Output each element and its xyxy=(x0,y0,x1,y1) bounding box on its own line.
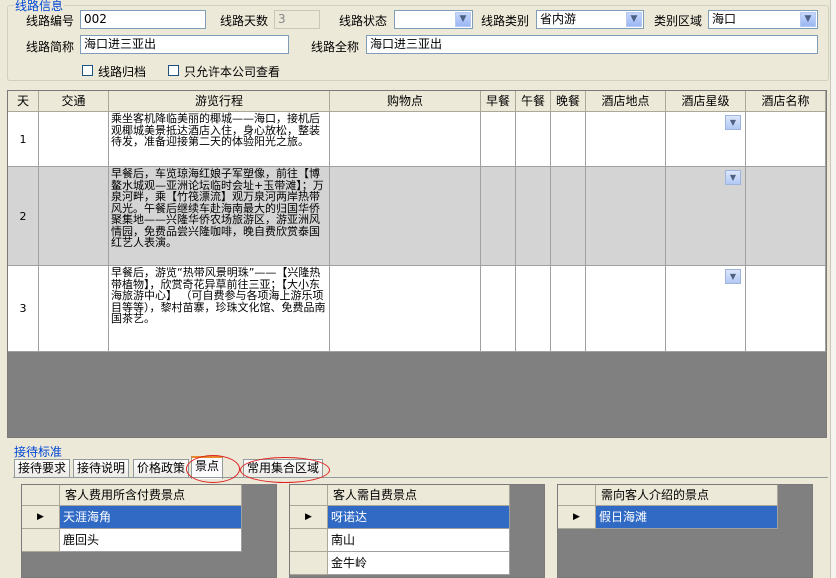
breakfast-cell[interactable] xyxy=(481,167,516,266)
day-cell[interactable]: 2 xyxy=(8,167,39,266)
annotation-oval xyxy=(186,455,240,483)
introduce-spots-header[interactable]: 需向客人介绍的景点 xyxy=(596,485,778,506)
row-header-corner xyxy=(558,485,596,506)
itinerary-cell[interactable]: 早餐后，游览“热带风景明珠”——【兴隆热带植物】，欣赏奇花异草前往三亚；【大小东… xyxy=(109,266,330,352)
chevron-down-icon[interactable]: ▼ xyxy=(725,170,741,185)
status-select[interactable]: ▼ xyxy=(394,10,473,29)
tab-reception-notes[interactable]: 接待说明 xyxy=(73,459,130,477)
route-no-field[interactable]: 002 xyxy=(80,10,206,29)
table-row[interactable]: 1 乘坐客机降临美丽的椰城——海口，接机后观椰城美景抵达酒店入住，身心放松，整装… xyxy=(8,112,826,167)
hotel-star-cell[interactable]: ▼ xyxy=(666,167,746,266)
day-cell[interactable]: 3 xyxy=(8,266,39,352)
category-select[interactable]: 省内游 ▼ xyxy=(536,10,644,29)
row-header[interactable] xyxy=(290,529,328,552)
col-header-breakfast[interactable]: 早餐 xyxy=(481,91,516,112)
company-only-label[interactable]: 只允许本公司查看 xyxy=(184,63,280,80)
hotel-star-cell[interactable]: ▼ xyxy=(666,266,746,352)
full-name-field[interactable]: 海口进三亚出 xyxy=(366,35,818,54)
included-spots-grid[interactable]: 客人费用所含付费景点 ▶ 天涯海角 鹿回头 xyxy=(21,484,277,578)
row-header-corner xyxy=(22,485,60,506)
archive-checkbox[interactable] xyxy=(82,65,93,76)
chevron-down-icon[interactable]: ▼ xyxy=(455,12,471,27)
shopping-cell[interactable] xyxy=(330,167,481,266)
chevron-down-icon[interactable]: ▼ xyxy=(725,269,741,284)
col-header-transport[interactable]: 交通 xyxy=(39,91,109,112)
chevron-down-icon[interactable]: ▼ xyxy=(626,12,642,27)
itinerary-cell[interactable]: 早餐后，车览琼海红娘子军塑像，前往【博鳌水城观—亚洲论坛临时会址+玉带滩】；万泉… xyxy=(109,167,330,266)
route-no-label: 线路编号 xyxy=(26,14,75,28)
col-header-hotel-name[interactable]: 酒店名称 xyxy=(746,91,826,112)
col-header-dinner[interactable]: 晚餐 xyxy=(551,91,586,112)
short-name-label: 线路简称 xyxy=(26,40,75,54)
lunch-cell[interactable] xyxy=(516,167,551,266)
region-select[interactable]: 海口 ▼ xyxy=(708,10,818,29)
list-item[interactable]: 天涯海角 xyxy=(60,506,242,529)
days-field: 3 xyxy=(274,10,320,29)
hotel-name-cell[interactable] xyxy=(746,167,826,266)
row-header-corner xyxy=(290,485,328,506)
tab-price-policy[interactable]: 价格政策 xyxy=(133,459,190,477)
col-header-day[interactable]: 天 xyxy=(8,91,39,112)
row-header[interactable] xyxy=(290,552,328,575)
self-paid-spots-header[interactable]: 客人需自费景点 xyxy=(328,485,510,506)
region-label: 类别区域 xyxy=(654,14,703,28)
lunch-cell[interactable] xyxy=(516,266,551,352)
list-item[interactable]: 南山 xyxy=(328,529,510,552)
breakfast-cell[interactable] xyxy=(481,266,516,352)
hotel-location-cell[interactable] xyxy=(586,167,666,266)
days-label: 线路天数 xyxy=(220,14,269,28)
hotel-name-cell[interactable] xyxy=(746,112,826,167)
lunch-cell[interactable] xyxy=(516,112,551,167)
annotation-oval xyxy=(240,457,330,483)
itinerary-grid[interactable]: 天 交通 游览行程 购物点 早餐 午餐 晚餐 酒店地点 酒店星级 酒店名称 1 … xyxy=(7,90,827,438)
col-header-hotel-star[interactable]: 酒店星级 xyxy=(666,91,746,112)
introduce-spots-grid[interactable]: 需向客人介绍的景点 ▶ 假日海滩 xyxy=(557,484,813,578)
hotel-location-cell[interactable] xyxy=(586,112,666,167)
short-name-field[interactable]: 海口进三亚出 xyxy=(80,35,289,54)
row-pointer-icon[interactable]: ▶ xyxy=(290,506,328,529)
chevron-down-icon[interactable]: ▼ xyxy=(725,115,741,130)
hotel-star-cell[interactable]: ▼ xyxy=(666,112,746,167)
col-header-shopping[interactable]: 购物点 xyxy=(330,91,481,112)
self-paid-spots-grid[interactable]: 客人需自费景点 ▶ 呀诺达 南山 金牛岭 xyxy=(289,484,545,578)
row-header[interactable] xyxy=(22,529,60,552)
list-item[interactable]: 鹿回头 xyxy=(60,529,242,552)
category-label: 线路类别 xyxy=(481,14,530,28)
included-spots-header[interactable]: 客人费用所含付费景点 xyxy=(60,485,242,506)
shopping-cell[interactable] xyxy=(330,266,481,352)
transport-cell[interactable] xyxy=(39,112,109,167)
row-pointer-icon[interactable]: ▶ xyxy=(558,506,596,529)
dinner-cell[interactable] xyxy=(551,167,586,266)
list-item[interactable]: 呀诺达 xyxy=(328,506,510,529)
company-only-checkbox[interactable] xyxy=(168,65,179,76)
shopping-cell[interactable] xyxy=(330,112,481,167)
dinner-cell[interactable] xyxy=(551,266,586,352)
transport-cell[interactable] xyxy=(39,167,109,266)
hotel-location-cell[interactable] xyxy=(586,266,666,352)
full-name-label: 线路全称 xyxy=(311,40,360,54)
table-row[interactable]: 2 早餐后，车览琼海红娘子军塑像，前往【博鳌水城观—亚洲论坛临时会址+玉带滩】；… xyxy=(8,167,826,266)
transport-cell[interactable] xyxy=(39,266,109,352)
list-item[interactable]: 假日海滩 xyxy=(596,506,778,529)
dinner-cell[interactable] xyxy=(551,112,586,167)
col-header-itinerary[interactable]: 游览行程 xyxy=(109,91,330,112)
chevron-down-icon[interactable]: ▼ xyxy=(800,12,816,27)
list-item[interactable]: 金牛岭 xyxy=(328,552,510,575)
breakfast-cell[interactable] xyxy=(481,112,516,167)
tab-panel-border xyxy=(13,477,828,478)
tab-reception-requirements[interactable]: 接待要求 xyxy=(14,459,71,477)
col-header-hotel-location[interactable]: 酒店地点 xyxy=(586,91,666,112)
table-row[interactable]: 3 早餐后，游览“热带风景明珠”——【兴隆热带植物】，欣赏奇花异草前往三亚；【大… xyxy=(8,266,826,352)
day-cell[interactable]: 1 xyxy=(8,112,39,167)
status-label: 线路状态 xyxy=(339,14,388,28)
hotel-name-cell[interactable] xyxy=(746,266,826,352)
archive-label[interactable]: 线路归档 xyxy=(98,63,146,80)
col-header-lunch[interactable]: 午餐 xyxy=(516,91,551,112)
window-edge xyxy=(830,0,836,578)
row-pointer-icon[interactable]: ▶ xyxy=(22,506,60,529)
itinerary-cell[interactable]: 乘坐客机降临美丽的椰城——海口，接机后观椰城美景抵达酒店入住，身心放松，整装待发… xyxy=(109,112,330,167)
reception-title: 接待标准 xyxy=(14,445,63,459)
